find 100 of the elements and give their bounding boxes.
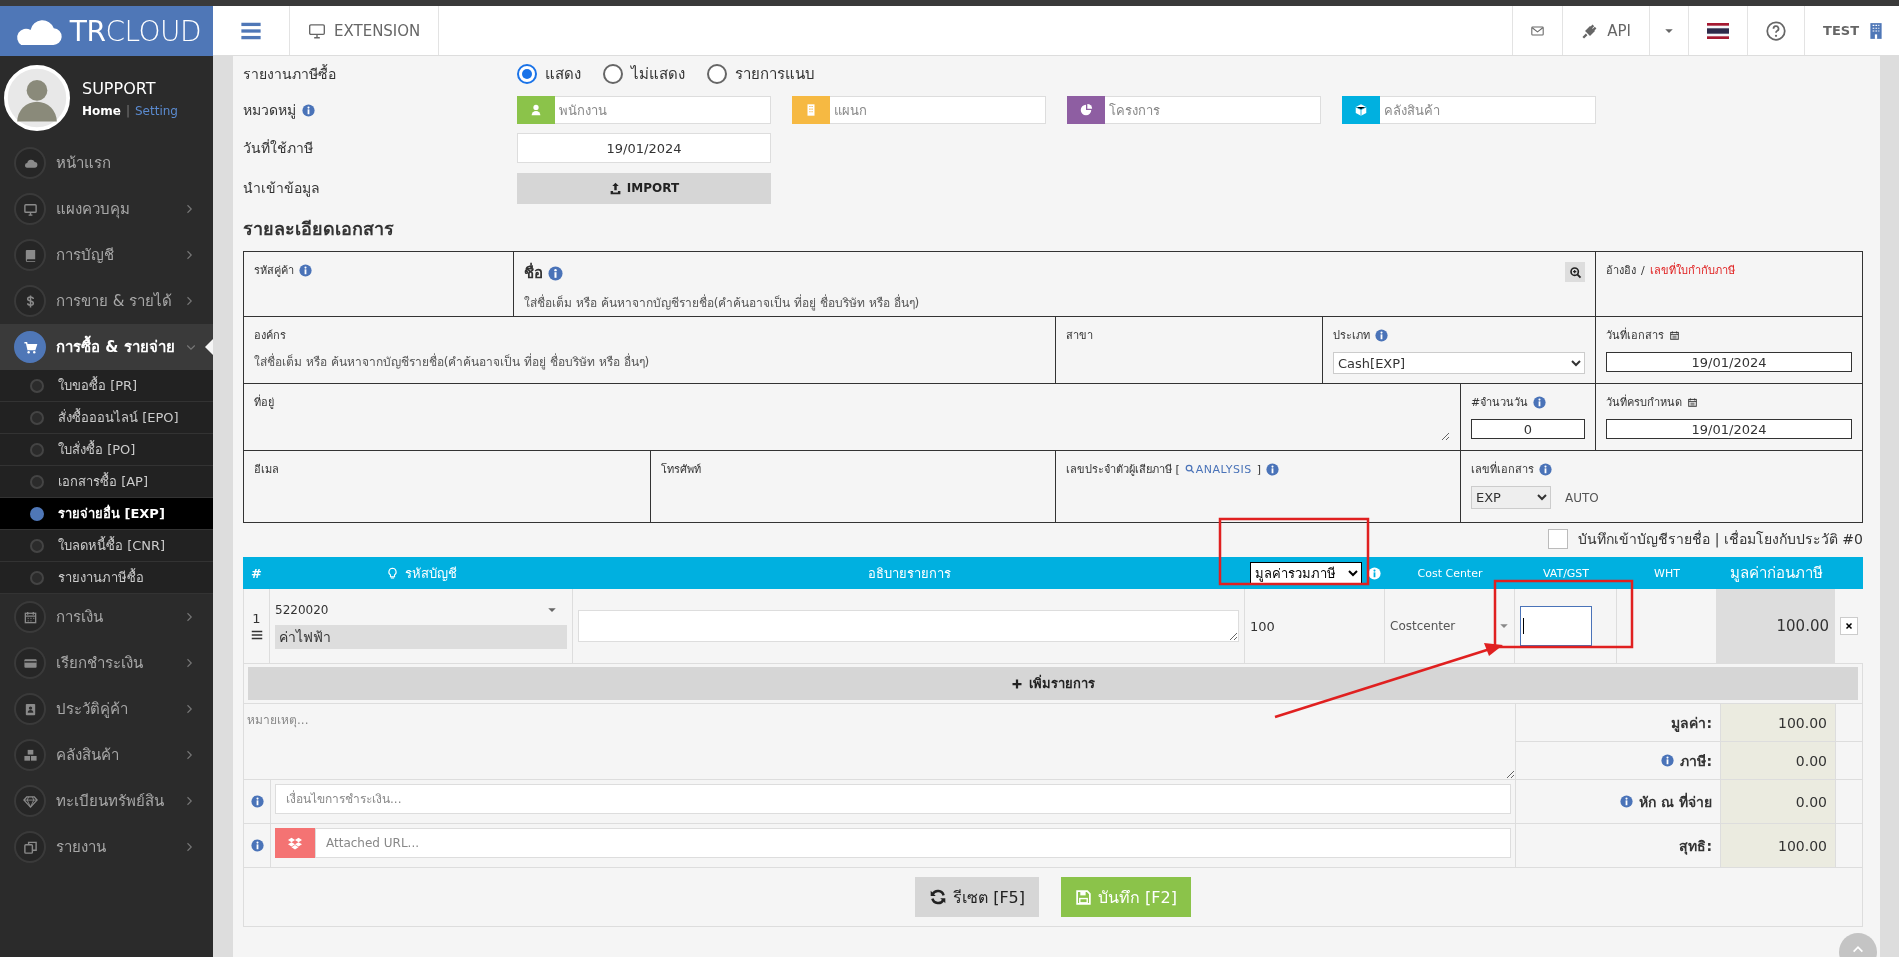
search-button[interactable] <box>1565 262 1585 282</box>
sidebar-item[interactable]: แผงควบคุม <box>0 186 213 232</box>
summary-label: สุทธิ: <box>1679 836 1712 857</box>
scrollbar[interactable] <box>1880 56 1899 957</box>
import-button[interactable]: IMPORT <box>517 172 771 204</box>
separator: / <box>1641 263 1645 277</box>
submenu-item[interactable]: ใบสั่งซื้อ [PO] <box>0 434 213 466</box>
upload-icon <box>608 181 622 195</box>
date-field[interactable]: 19/01/2024 <box>1606 352 1852 372</box>
user-name: SUPPORT <box>82 78 157 98</box>
bulb-icon <box>386 566 399 580</box>
info-icon <box>299 263 312 277</box>
document-prefix-select[interactable]: EXP <box>1471 486 1551 509</box>
sidebar-item[interactable]: ประวัติคู่ค้า <box>0 686 213 732</box>
field-label: อ้างอิง <box>1606 263 1636 279</box>
analysis-link[interactable]: ANALYSIS <box>1184 462 1252 476</box>
field-label: วันที่ครบกำหนด <box>1606 393 1682 411</box>
sidebar-item[interactable]: เรียกชำระเงิน <box>0 640 213 686</box>
calendar-icon <box>1669 329 1680 341</box>
column-header: WHT <box>1654 566 1680 580</box>
company-button[interactable]: TEST <box>1804 6 1899 55</box>
flag-icon <box>1707 22 1729 39</box>
info-icon <box>1620 795 1634 808</box>
submenu-item[interactable]: รายงานภาษีซื้อ <box>0 562 213 594</box>
dropbox-icon <box>288 836 302 850</box>
column-header: อธิบายรายการ <box>867 564 951 583</box>
reset-button[interactable]: รีเซต [F5] <box>915 877 1039 917</box>
calendar-icon <box>1687 396 1698 408</box>
setting-link[interactable]: Setting <box>135 103 178 118</box>
add-item-button[interactable]: เพิ่มรายการ <box>248 667 1858 700</box>
help-icon <box>1766 20 1786 41</box>
auto-label: AUTO <box>1565 490 1599 505</box>
info-icon <box>1265 462 1279 476</box>
diamond-icon <box>22 793 38 809</box>
radio-option[interactable]: รายการแนบ <box>707 62 815 86</box>
days-field[interactable]: 0 <box>1471 419 1585 439</box>
account-select[interactable]: 5220020 <box>275 603 567 617</box>
sidebar-item[interactable]: การเงิน <box>0 594 213 640</box>
info-icon <box>1661 754 1675 767</box>
tax-invoice-link[interactable]: เลขที่ใบกำกับภาษี <box>1649 261 1735 279</box>
table-cell <box>1836 780 1863 824</box>
submenu-item[interactable]: สั่งซื้อออนไลน์ [EPO] <box>0 402 213 434</box>
delete-button[interactable] <box>1840 617 1858 635</box>
category-field[interactable]: พนักงาน <box>555 96 771 124</box>
copy-icon <box>22 839 38 855</box>
sidebar-item[interactable]: หน้าแรก <box>0 140 213 186</box>
date-field[interactable]: 19/01/2024 <box>517 133 771 163</box>
close-icon <box>1844 621 1854 631</box>
radio-option[interactable]: แสดง <box>517 62 581 86</box>
section-heading: รายละเอียดเอกสาร <box>243 217 395 241</box>
info-icon <box>548 265 563 281</box>
sidebar-item[interactable]: การขาย & รายได้ <box>0 278 213 324</box>
info-icon <box>250 839 264 852</box>
sidebar-item[interactable]: คลังสินค้า <box>0 732 213 778</box>
category-field[interactable]: โครงการ <box>1105 96 1321 124</box>
sidebar-item[interactable]: การซื้อ & รายจ่าย <box>0 324 213 370</box>
row-number: 1 <box>252 610 261 626</box>
submenu-item[interactable]: รายจ่ายอื่น [EXP] <box>0 498 213 530</box>
name-field[interactable]: ใส่ชื่อเต็ม หรือ ค้นหาจากบัญชีรายชื่อ(คำค้นอาจเป็น ที่อยู่ ชื่อบริษัท หรือ อื่นๆ) <box>524 293 1585 312</box>
sidebar-item[interactable]: ทะเบียนทรัพย์สิน <box>0 778 213 824</box>
logo-text: TRCLOUD <box>69 14 202 48</box>
category-field[interactable]: แผนก <box>830 96 1046 124</box>
summary-label: ภาษี: <box>1680 751 1712 771</box>
notes-field[interactable]: หมายเหตุ... <box>244 704 1516 780</box>
column-header: รหัสบัญชี <box>405 564 457 583</box>
sidebar-item[interactable]: การบัญชี <box>0 232 213 278</box>
payment-terms-field[interactable]: เงื่อนไขการชำระเงิน... <box>275 784 1511 814</box>
home-link[interactable]: Home <box>82 103 121 118</box>
dropbox-button[interactable] <box>275 828 315 858</box>
extension-tab[interactable]: EXTENSION <box>290 6 440 55</box>
organization-field[interactable]: ใส่ชื่อเต็ม หรือ ค้นหาจากบัญชีรายชื่อ(คำค้นอาจเป็น ที่อยู่ ชื่อบริษัท หรือ อื่นๆ) <box>254 352 1045 371</box>
plus-icon <box>1011 677 1023 690</box>
field-label: รหัสคู่ค้า <box>254 263 294 279</box>
category-field[interactable]: คลังสินค้า <box>1380 96 1596 124</box>
info-icon <box>302 103 315 117</box>
boxes-icon <box>22 747 38 763</box>
attachment-field[interactable]: Attached URL... <box>315 828 1511 858</box>
radio-option[interactable]: ไม่แสดง <box>603 62 685 86</box>
api-button[interactable]: API <box>1562 6 1649 55</box>
description-field[interactable] <box>578 610 1239 642</box>
price-mode-select[interactable]: มูลค่ารวมภาษี <box>1250 562 1362 584</box>
column-header: # <box>251 565 262 581</box>
field-label: ประเภท <box>1333 328 1370 344</box>
submenu-item[interactable]: ใบขอซื้อ [PR] <box>0 370 213 402</box>
floppy-icon <box>1075 888 1092 906</box>
info-icon <box>1533 395 1547 409</box>
checkbox[interactable] <box>1548 529 1569 549</box>
sidebar-item[interactable]: รายงาน <box>0 824 213 870</box>
field-label: เลขที่เอกสาร <box>1471 460 1534 478</box>
date-field[interactable]: 19/01/2024 <box>1606 419 1852 439</box>
submenu-item[interactable]: เอกสารซื้อ [AP] <box>0 466 213 498</box>
vat-field[interactable] <box>1520 606 1592 646</box>
cart-icon <box>22 339 38 355</box>
amount-cell: 100.00 <box>1717 589 1835 664</box>
summary-value: 0.00 <box>1721 742 1836 780</box>
calendar-icon <box>22 609 38 625</box>
cost-center-select[interactable]: Costcenter <box>1390 619 1509 633</box>
field-label: วันที่ใช้ภาษี <box>243 138 314 158</box>
submenu-item[interactable]: ใบลดหนี้ซื้อ [CNR] <box>0 530 213 562</box>
type-select[interactable]: Cash[EXP] <box>1333 352 1585 374</box>
